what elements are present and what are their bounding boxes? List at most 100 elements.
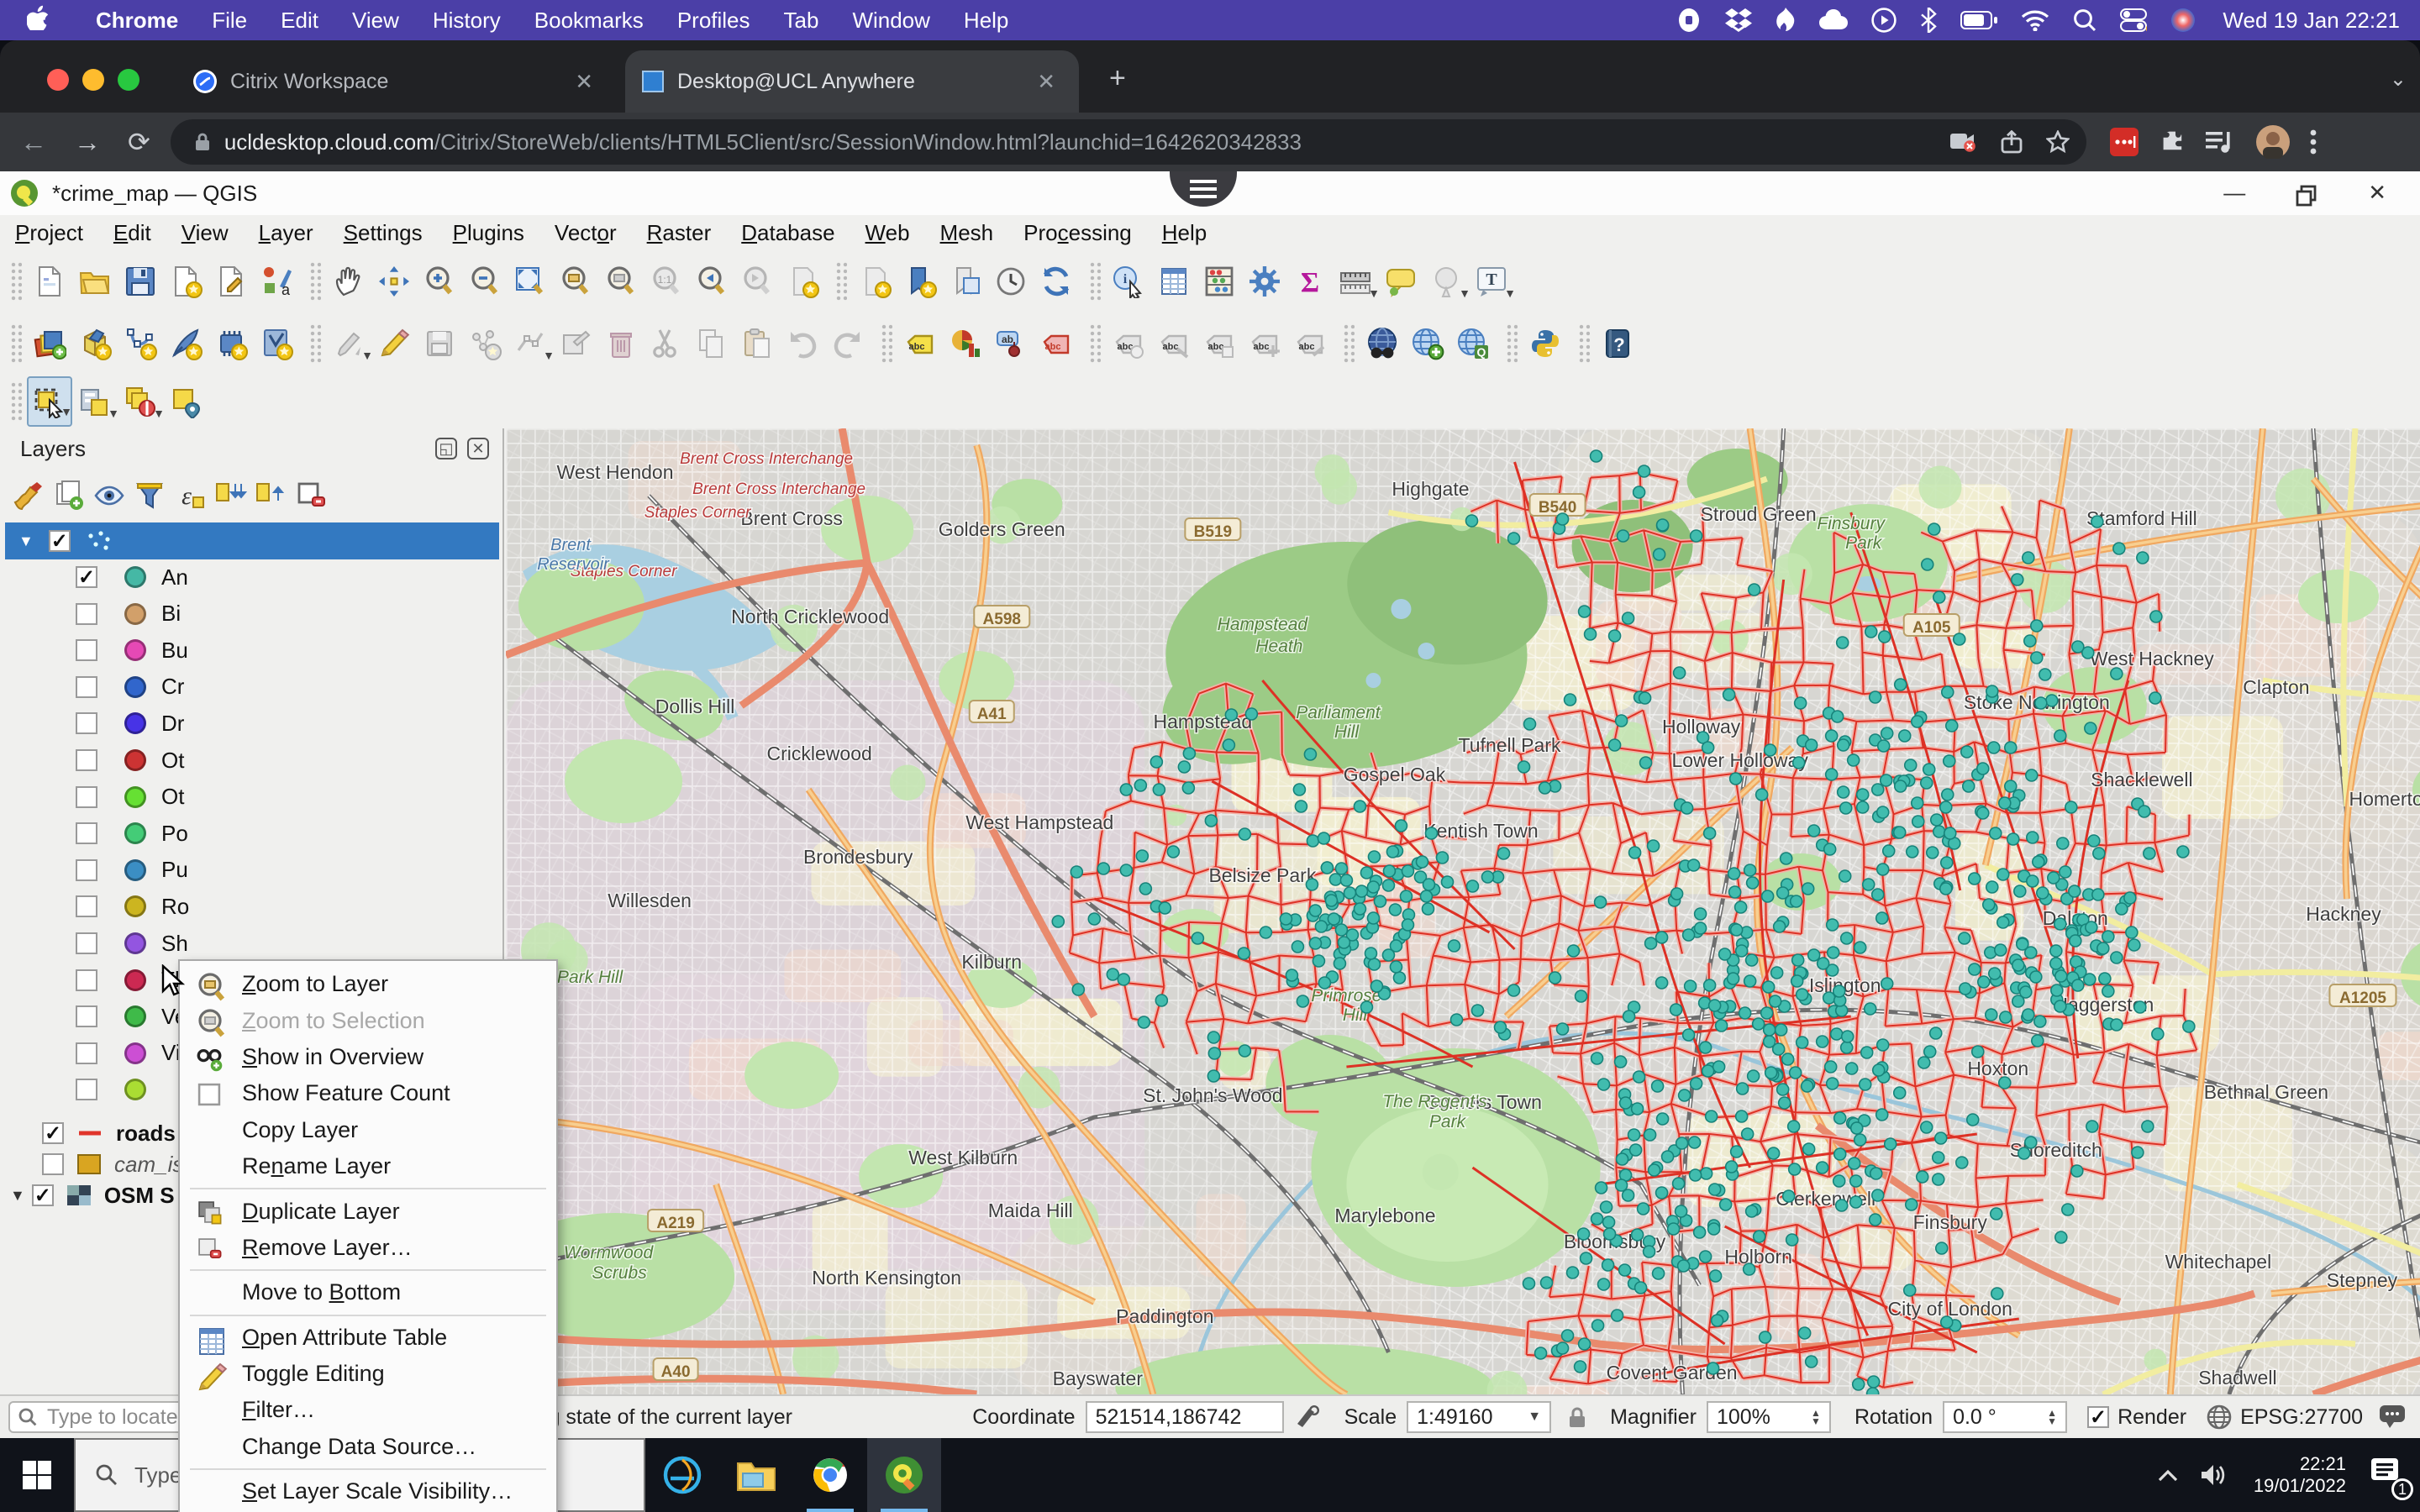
toolbar-button-glabel4[interactable]: abc [1242, 318, 1287, 369]
spotlight-icon[interactable] [2073, 8, 2096, 32]
minimize-window-button[interactable] [82, 69, 104, 91]
qgis-close-button[interactable]: ✕ [2368, 180, 2386, 207]
panel-tool-eye[interactable] [91, 477, 128, 514]
toolbar-grip[interactable] [835, 261, 847, 302]
context-menu-item-show-in-overview[interactable]: Show in Overview [180, 1039, 556, 1075]
toolbar-button-desel[interactable]: ▼ [118, 376, 163, 427]
qgis-menu-mesh[interactable]: Mesh [925, 220, 1009, 246]
toolbar-button-gpkg-new[interactable] [72, 318, 118, 369]
magnifier-spin[interactable]: 100%▲▼ [1707, 1401, 1831, 1433]
tab-search-chevron[interactable]: ⌄ [2390, 67, 2407, 92]
toolbar-button-gear[interactable] [1242, 256, 1287, 307]
notifications-button[interactable]: 1 [2370, 1457, 2403, 1494]
layer-category[interactable]: Po [0, 816, 504, 851]
playlist-icon[interactable] [2206, 130, 2236, 154]
bookmark-star-icon[interactable] [2046, 130, 2070, 154]
toolbar-button-identify[interactable]: i [1106, 256, 1151, 307]
toolbar-button-zoom-next[interactable] [734, 256, 780, 307]
toolbar-grip[interactable] [10, 381, 22, 422]
qgis-menu-layer[interactable]: Layer [244, 220, 329, 246]
taskbar-chrome[interactable] [793, 1438, 867, 1512]
context-menu-item-toggle-editing[interactable]: Toggle Editing [180, 1356, 556, 1392]
toolbar-button-glabel5[interactable]: abc [1287, 318, 1333, 369]
toolbar-button-doc-star[interactable] [163, 256, 208, 307]
toolbar-button-ruler[interactable]: ▼ [1333, 256, 1378, 307]
qgis-menu-view[interactable]: View [166, 220, 244, 246]
toolbar-button-mem-new[interactable] [208, 318, 254, 369]
toolbar-button-pencil-gray[interactable]: ▼ [326, 318, 371, 369]
qgis-restore-button[interactable] [2296, 185, 2317, 207]
dropbox-icon[interactable] [1725, 8, 1752, 32]
layer-category[interactable]: Dr [0, 706, 504, 741]
toolbar-button-pan-sel[interactable] [371, 256, 417, 307]
toolbar-button-sigma[interactable]: Σ [1287, 256, 1333, 307]
macos-menu-window[interactable]: Window [835, 8, 946, 34]
macos-menu-view[interactable]: View [335, 8, 416, 34]
toolbar-button-globe-plus[interactable] [1405, 318, 1450, 369]
toolbar-grip[interactable] [1343, 323, 1355, 364]
qgis-menu-help[interactable]: Help [1147, 220, 1222, 246]
toolbar-button-style[interactable]: a [254, 256, 299, 307]
context-menu-item-set-layer-scale-visibility-[interactable]: Set Layer Scale Visibility… [180, 1473, 556, 1509]
panel-tool-remove-box[interactable] [292, 477, 329, 514]
toolbar-button-zoom-native[interactable]: 1:1 [644, 256, 689, 307]
avatar[interactable] [2256, 125, 2290, 159]
messages-icon[interactable] [2380, 1405, 2407, 1429]
kebab-menu-icon[interactable] [2310, 129, 2317, 155]
layer-category[interactable]: Bu [0, 633, 504, 668]
panel-tool-collapse-tree[interactable] [252, 477, 289, 514]
layer-category[interactable]: Bi [0, 596, 504, 632]
toolbar-grip[interactable] [1506, 323, 1518, 364]
toolbar-button-label-y[interactable]: abc [897, 318, 943, 369]
toolbar-button-doc-star2[interactable] [780, 256, 825, 307]
toolbar-button-layout-mgr[interactable] [208, 256, 254, 307]
toolbar-button-quill-new[interactable] [163, 318, 208, 369]
toolbar-button-save-gray[interactable] [417, 318, 462, 369]
macos-menu-profiles[interactable]: Profiles [660, 8, 767, 34]
macos-menu-file[interactable]: File [195, 8, 264, 34]
toolbar-button-sel-loc[interactable] [163, 376, 208, 427]
scale-combo[interactable]: 1:49160▼ [1407, 1401, 1551, 1433]
toolbar-button-clock[interactable] [988, 256, 1034, 307]
toolbar-button-zoom-in[interactable] [417, 256, 462, 307]
toolbar-button-zoom-full[interactable] [508, 256, 553, 307]
toolbar-grip[interactable] [1089, 323, 1101, 364]
toolbar-button-maptip[interactable] [1378, 256, 1423, 307]
map-canvas[interactable]: West HendonBrent CrossBrent Cross Interc… [506, 428, 2420, 1394]
context-menu-item-zoom-to-selection[interactable]: Zoom to Selection [180, 1002, 556, 1038]
context-menu-item-copy-layer[interactable]: Copy Layer [180, 1112, 556, 1148]
qgis-menu-raster[interactable]: Raster [632, 220, 727, 246]
macos-menu-tab[interactable]: Tab [767, 8, 836, 34]
rotation-spin[interactable]: 0.0 °▲▼ [1943, 1401, 2067, 1433]
tray-chevron-icon[interactable] [2158, 1468, 2178, 1482]
toolbar-button-datasrc[interactable] [27, 318, 72, 369]
toolbar-button-zoom-last[interactable] [689, 256, 734, 307]
toolbar-grip[interactable] [1578, 323, 1590, 364]
toolbar-grip[interactable] [1089, 261, 1101, 302]
qgis-menu-processing[interactable]: Processing [1008, 220, 1147, 246]
macos-menu-history[interactable]: History [416, 8, 518, 34]
toolbar-grip[interactable] [10, 323, 22, 364]
record-icon[interactable] [1676, 8, 1702, 33]
toolbar-button-globe-q[interactable]: Q [1450, 318, 1496, 369]
reload-button[interactable]: ⟳ [128, 126, 150, 158]
toolbar-button-globe-binoc[interactable] [1360, 318, 1405, 369]
camera-blocked-icon[interactable] [1950, 132, 1977, 152]
toolbar-button-attr-table[interactable] [1151, 256, 1197, 307]
toolbar-button-python[interactable] [1523, 318, 1568, 369]
qgis-menu-project[interactable]: Project [0, 220, 98, 246]
apple-icon[interactable] [27, 5, 49, 36]
toolbar-button-refresh[interactable] [1034, 256, 1079, 307]
toolbar-button-label-r[interactable]: abc [1034, 318, 1079, 369]
taskbar-clock[interactable]: 22:21 19/01/2022 [2254, 1453, 2346, 1497]
qgis-menu-settings[interactable]: Settings [329, 220, 438, 246]
toolbar-button-shp-new[interactable] [118, 318, 163, 369]
close-window-button[interactable] [47, 69, 69, 91]
macos-menu-help[interactable]: Help [947, 8, 1025, 34]
context-menu-item-open-attribute-table[interactable]: Open Attribute Table [180, 1320, 556, 1356]
flame-icon[interactable] [1776, 8, 1796, 33]
toolbar-button-pencil[interactable] [371, 318, 417, 369]
siri-icon[interactable] [2170, 8, 2196, 33]
render-checkbox[interactable]: ✓ [2087, 1406, 2109, 1428]
context-menu-item-remove-layer-[interactable]: Remove Layer… [180, 1230, 556, 1266]
